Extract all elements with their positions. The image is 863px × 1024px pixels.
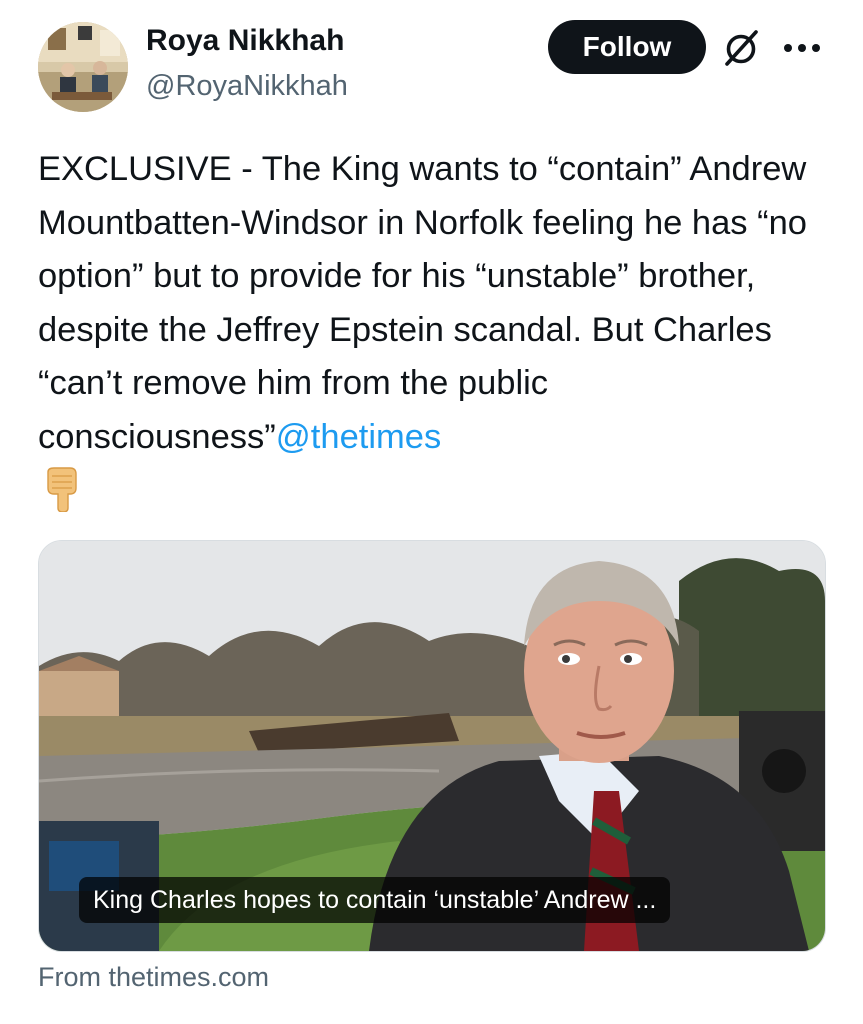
follow-button[interactable]: Follow [548,20,706,74]
avatar[interactable] [38,22,128,112]
profile-photo-image [38,22,128,112]
pointing-down-emoji-icon [40,466,86,513]
card-source[interactable]: From thetimes.com [38,962,269,993]
link-card[interactable]: King Charles hopes to contain ‘unstable’… [38,540,826,952]
display-name[interactable]: Roya Nikkhah [146,24,344,58]
more-dots-icon[interactable] [778,30,826,66]
card-headline[interactable]: King Charles hopes to contain ‘unstable’… [79,877,671,923]
tweet-body: EXCLUSIVE - The King wants to “contain” … [38,150,807,456]
grok-icon[interactable] [722,28,762,68]
tweet-text: EXCLUSIVE - The King wants to “contain” … [38,143,833,464]
mention-link[interactable]: @thetimes [276,418,441,456]
user-handle[interactable]: @RoyaNikkhah [146,70,348,103]
